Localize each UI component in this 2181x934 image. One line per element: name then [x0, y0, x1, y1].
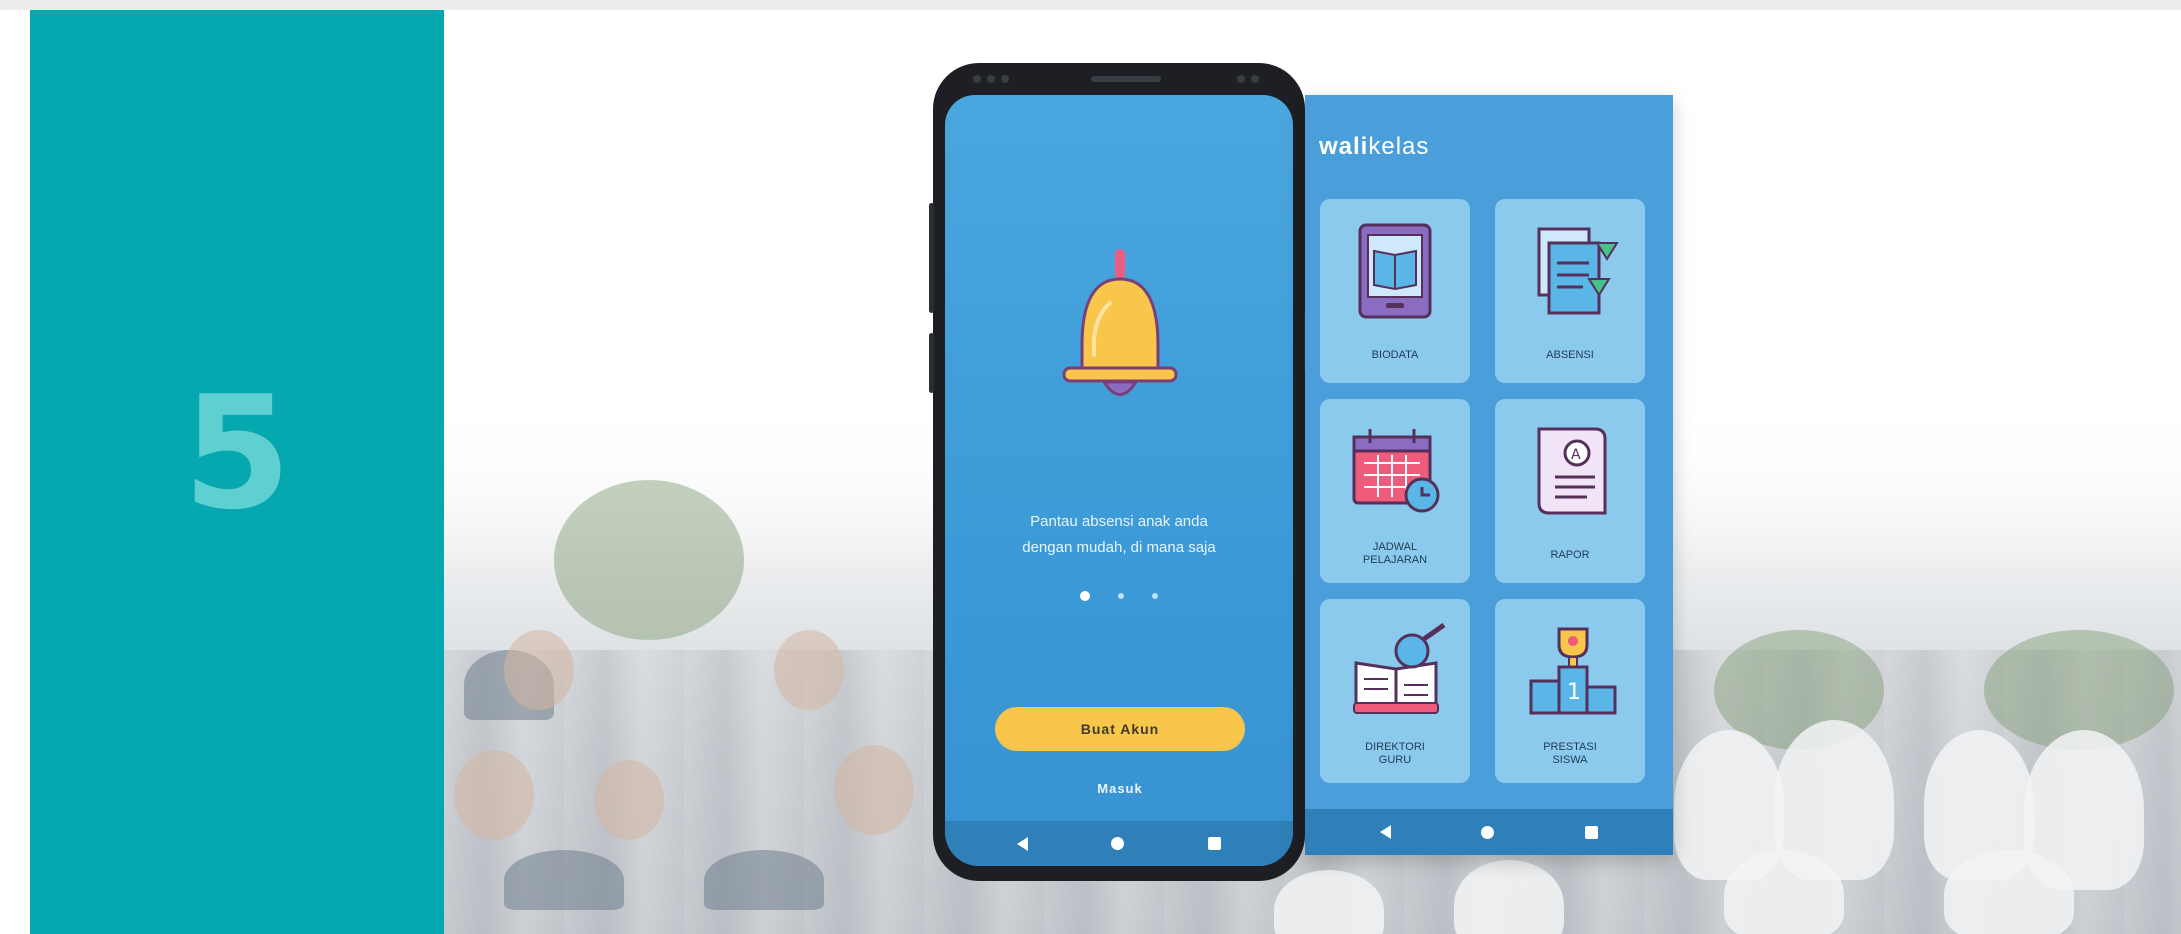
menu-tile-label: JADWAL PELAJARAN — [1320, 541, 1470, 567]
step-panel: 5 — [30, 10, 444, 934]
create-account-button[interactable]: Buat Akun — [995, 707, 1245, 751]
recent-apps-icon[interactable] — [1208, 837, 1222, 850]
student — [504, 850, 624, 910]
document-download-icon — [1537, 227, 1619, 315]
menu-tile-label: DIREKTORI GURU — [1320, 741, 1470, 767]
student — [834, 745, 914, 835]
trophy-podium-icon: 1 — [1529, 627, 1617, 715]
student — [454, 750, 534, 840]
student — [594, 760, 664, 840]
student — [1724, 850, 1844, 934]
menu-tile-label: BIODATA — [1371, 349, 1419, 361]
bell-icon — [1062, 249, 1178, 396]
menu-tile-label-line: GURU — [1378, 754, 1412, 766]
back-icon[interactable] — [1016, 836, 1028, 851]
menu-screen: walikelas BIODATA ABSENSI JADWAL PELAJAR… — [1305, 95, 1673, 855]
back-icon[interactable] — [1380, 825, 1392, 839]
phone-sensor-bar — [933, 63, 1305, 95]
menu-tile-label: RAPOR — [1550, 549, 1590, 561]
android-nav-bar — [1305, 809, 1673, 855]
phone-mockup: Pantau absensi anak anda dengan mudah, d… — [929, 63, 1309, 881]
tablet-book-icon — [1358, 223, 1432, 319]
tree — [554, 480, 744, 640]
menu-tile-label-line: PRESTASI — [1543, 741, 1597, 753]
student — [704, 850, 824, 910]
student — [504, 630, 574, 710]
page-dot[interactable] — [1152, 593, 1158, 599]
student — [774, 630, 844, 710]
menu-tile-label-line: SISWA — [1552, 754, 1588, 766]
page-dot-active[interactable] — [1080, 591, 1090, 601]
recent-apps-icon[interactable] — [1584, 825, 1598, 839]
menu-tile-direktori-guru[interactable]: DIREKTORI GURU — [1320, 599, 1470, 783]
onboarding-tagline: Pantau absensi anak anda dengan mudah, d… — [965, 509, 1273, 561]
page-indicator — [945, 591, 1293, 601]
tagline-line: dengan mudah, di mana saja — [1022, 539, 1216, 556]
report-grade-icon: A — [1537, 427, 1607, 515]
menu-tile-label-line: DIREKTORI — [1365, 741, 1425, 753]
top-strip — [0, 0, 2181, 10]
home-icon[interactable] — [1111, 837, 1125, 850]
phone-sensors-left — [973, 70, 1015, 88]
login-button[interactable]: Masuk — [1045, 775, 1195, 801]
menu-tile-rapor[interactable]: A RAPOR — [1495, 399, 1645, 583]
menu-tile-label-line: JADWAL — [1372, 541, 1418, 553]
menu-tile-label-line: PELAJARAN — [1362, 554, 1428, 566]
slide: 5 Pantau absensi anak anda dengan mudah,… — [0, 0, 2181, 934]
menu-tile-prestasi-siswa[interactable]: 1 PRESTASI SISWA — [1495, 599, 1645, 783]
book-search-icon — [1353, 623, 1446, 714]
menu-tile-label: PRESTASI SISWA — [1495, 741, 1645, 767]
calendar-clock-icon — [1352, 429, 1440, 513]
menu-tile-label: ABSENSI — [1546, 349, 1594, 361]
phone-side-button — [929, 333, 934, 393]
phone-sensors-right — [1237, 70, 1265, 88]
step-number: 5 — [182, 362, 292, 544]
svg-text:1: 1 — [1567, 680, 1581, 705]
menu-tile-absensi[interactable]: ABSENSI — [1495, 199, 1645, 383]
svg-text:A: A — [1571, 447, 1581, 463]
phone-speaker — [1091, 76, 1161, 82]
phone-side-button — [929, 203, 934, 313]
menu-tile-biodata[interactable]: BIODATA — [1320, 199, 1470, 383]
tagline-line: Pantau absensi anak anda — [1030, 513, 1208, 530]
android-nav-bar — [945, 821, 1293, 866]
page-dot[interactable] — [1118, 593, 1124, 599]
student — [1944, 850, 2074, 934]
app-logo: walikelas — [1319, 133, 1430, 160]
menu-tile-jadwal-pelajaran[interactable]: JADWAL PELAJARAN — [1320, 399, 1470, 583]
onboarding-screen: Pantau absensi anak anda dengan mudah, d… — [945, 95, 1293, 866]
home-icon[interactable] — [1481, 825, 1495, 839]
